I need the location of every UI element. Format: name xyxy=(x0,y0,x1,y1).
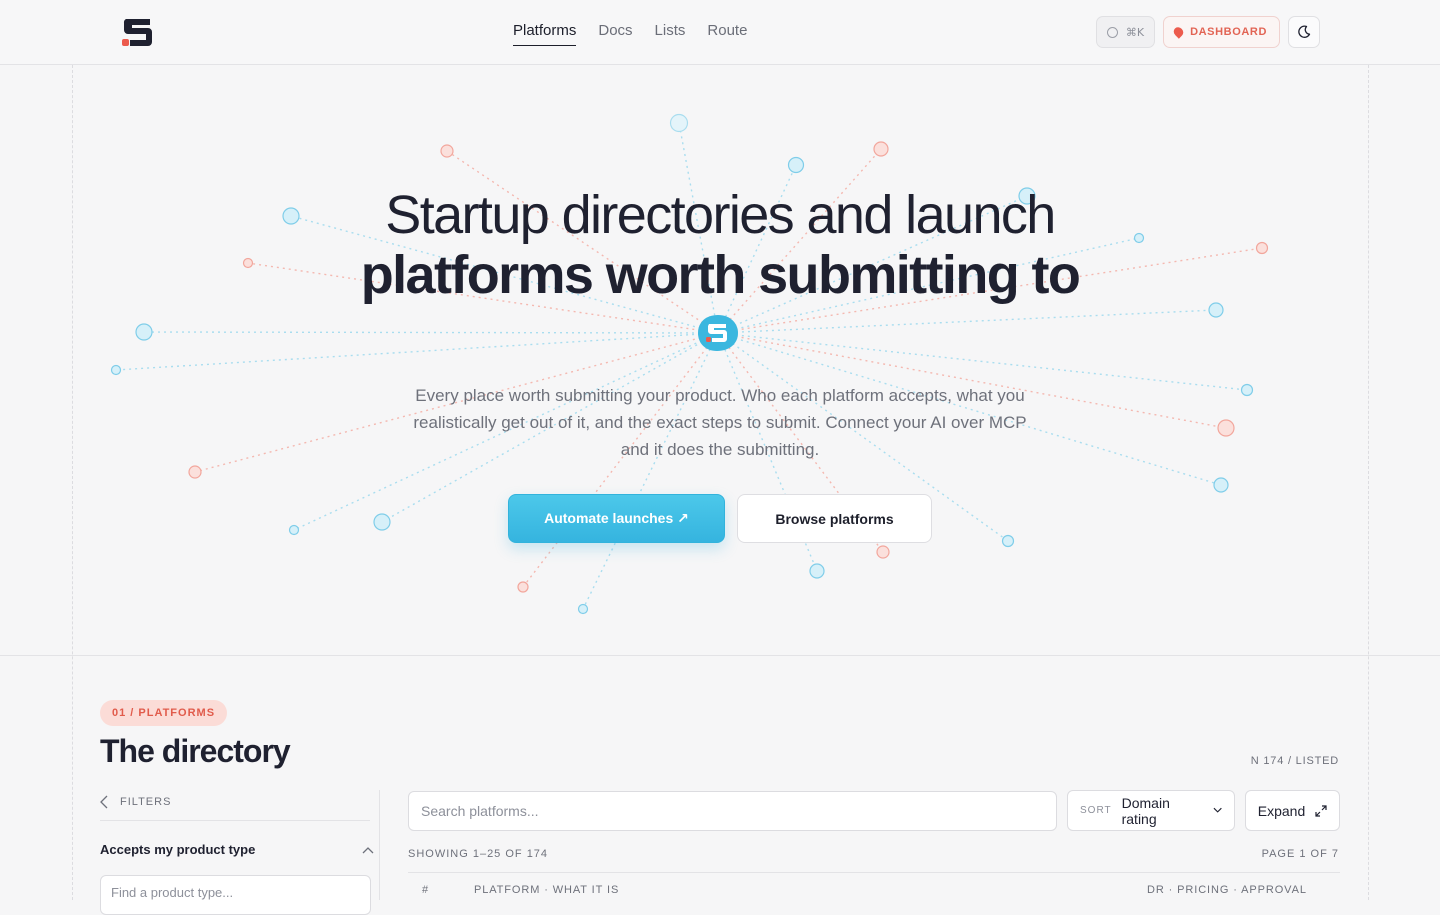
expand-button[interactable]: Expand xyxy=(1245,790,1340,831)
dashboard-label: DASHBOARD xyxy=(1190,26,1267,38)
product-type-search-input[interactable]: Find a product type... xyxy=(100,875,371,915)
section-divider xyxy=(0,655,1440,656)
filters-label: FILTERS xyxy=(120,795,172,808)
nav-actions: ⌘K DASHBOARD xyxy=(1095,16,1320,48)
pin-icon xyxy=(1171,25,1186,39)
filter-group-label: Accepts my product type xyxy=(100,842,256,857)
hero-title: Startup directories and launch platforms… xyxy=(0,185,1440,305)
hero-title-line-2: platforms worth submitting to xyxy=(360,245,1081,305)
section-tag: 01 / PLATFORMS xyxy=(100,700,228,726)
chevron-left-icon xyxy=(100,795,108,808)
main-nav: Platforms Docs Lists Route xyxy=(513,22,747,46)
moon-icon xyxy=(1298,25,1311,38)
showing-range: SHOWING 1–25 OF 174 xyxy=(408,848,549,860)
nav-link-lists[interactable]: Lists xyxy=(655,22,686,46)
sidebar-divider xyxy=(379,790,380,900)
dashboard-button[interactable]: DASHBOARD xyxy=(1163,16,1280,48)
sort-select[interactable]: SORT Domain rating xyxy=(1067,790,1235,831)
automate-launches-button[interactable]: Automate launches ↗ xyxy=(508,494,725,543)
platform-search-input[interactable]: Search platforms... xyxy=(408,791,1057,831)
chevron-down-icon xyxy=(1213,807,1222,813)
sort-label: SORT xyxy=(1080,805,1112,816)
listed-count: N 174 / LISTED xyxy=(1250,755,1339,767)
chevron-up-icon xyxy=(362,846,374,853)
brand-badge-icon xyxy=(698,315,738,351)
command-palette-button[interactable]: ⌘K xyxy=(1095,16,1156,48)
top-navigation: Platforms Docs Lists Route ⌘K DASHBOARD xyxy=(0,0,1440,65)
hero-subtitle: Every place worth submitting your produc… xyxy=(413,386,1027,459)
column-header-meta[interactable]: DR · PRICING · APPROVAL xyxy=(1147,884,1307,896)
browse-platforms-button[interactable]: Browse platforms xyxy=(737,494,932,543)
nav-link-platforms[interactable]: Platforms xyxy=(513,22,577,46)
nav-link-route[interactable]: Route xyxy=(707,22,747,46)
launch-network-illustration xyxy=(110,113,1269,615)
column-header-platform[interactable]: PLATFORM · WHAT IT IS xyxy=(474,884,619,896)
shortcut-label: ⌘K xyxy=(1125,25,1145,39)
brand-logo[interactable] xyxy=(120,16,154,48)
sort-value: Domain rating xyxy=(1121,794,1170,827)
directory-title: The directory xyxy=(100,733,291,769)
table-header: # PLATFORM · WHAT IT IS DR · PRICING · A… xyxy=(408,872,1340,900)
column-header-index[interactable]: # xyxy=(422,884,429,896)
filters-toggle[interactable]: FILTERS xyxy=(100,790,370,821)
expand-arrows-icon xyxy=(1315,804,1327,817)
nav-link-docs[interactable]: Docs xyxy=(598,22,632,46)
theme-toggle-button[interactable] xyxy=(1288,16,1320,48)
circle-icon xyxy=(1106,26,1118,38)
filter-group-product-type[interactable]: Accepts my product type xyxy=(100,842,374,857)
expand-label: Expand xyxy=(1257,802,1306,819)
page-indicator: PAGE 1 OF 7 xyxy=(1261,848,1339,860)
hero-title-line-1: Startup directories and launch xyxy=(385,185,1056,245)
